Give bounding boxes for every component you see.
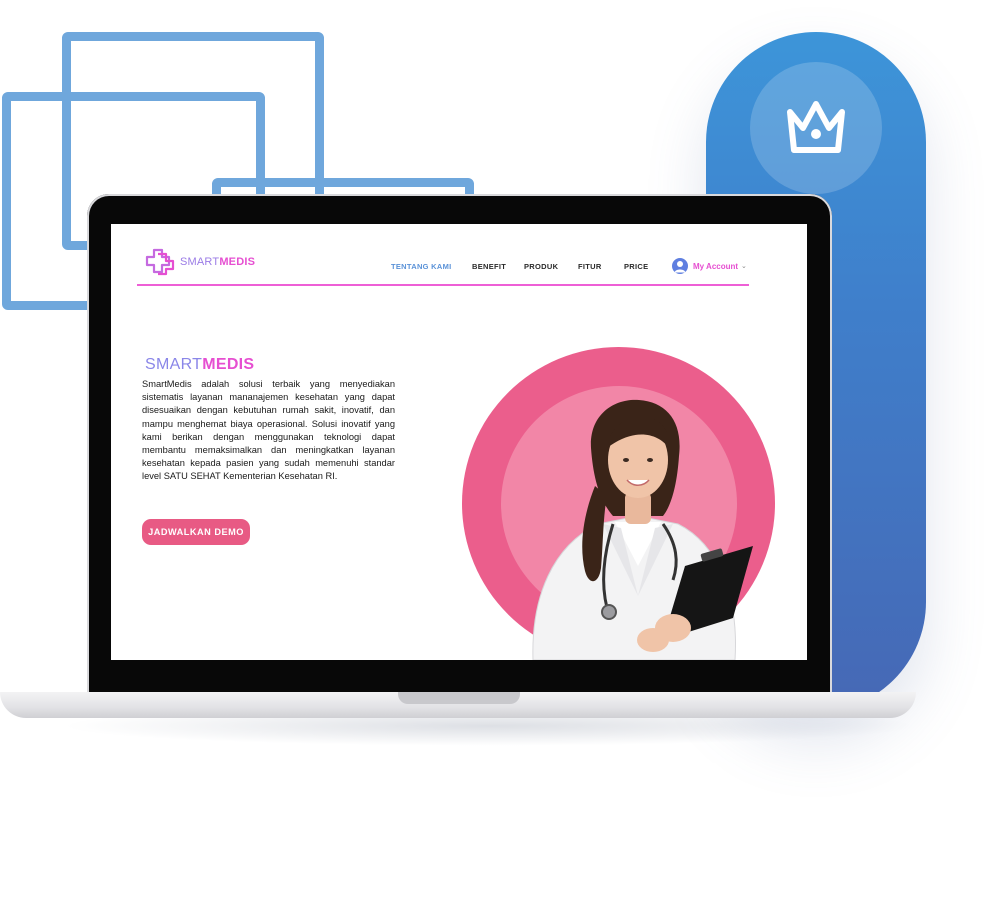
nav-item-produk[interactable]: PRODUK	[524, 262, 558, 271]
laptop-screen: SMARTMEDIS TENTANG KAMI BENEFIT PRODUK F…	[111, 224, 807, 660]
doctor-illustration	[532, 399, 753, 660]
brand-name: SMARTMEDIS	[180, 256, 256, 268]
hero-title: SMARTMEDIS	[145, 356, 255, 373]
medical-cross-logo-icon	[145, 248, 175, 276]
nav-item-fitur[interactable]: FITUR	[578, 262, 602, 271]
nav-item-benefit[interactable]: BENEFIT	[472, 262, 506, 271]
chevron-down-icon: ⌄	[741, 263, 747, 270]
nav-item-tentang-kami[interactable]: TENTANG KAMI	[391, 262, 452, 271]
nav-item-price[interactable]: PRICE	[624, 262, 648, 271]
crown-badge	[750, 62, 882, 194]
laptop-notch	[398, 692, 520, 704]
schedule-demo-button[interactable]: JADWALKAN DEMO	[142, 519, 250, 545]
account-label: My Account	[693, 261, 739, 271]
crown-icon	[787, 101, 845, 153]
account-menu[interactable]: My Account ⌄	[672, 258, 747, 274]
brand-logo[interactable]: SMARTMEDIS	[144, 248, 255, 276]
user-avatar-icon	[672, 258, 688, 274]
hero-description: SmartMedis adalah solusi terbaik yang me…	[142, 379, 395, 482]
header-divider	[137, 284, 749, 286]
